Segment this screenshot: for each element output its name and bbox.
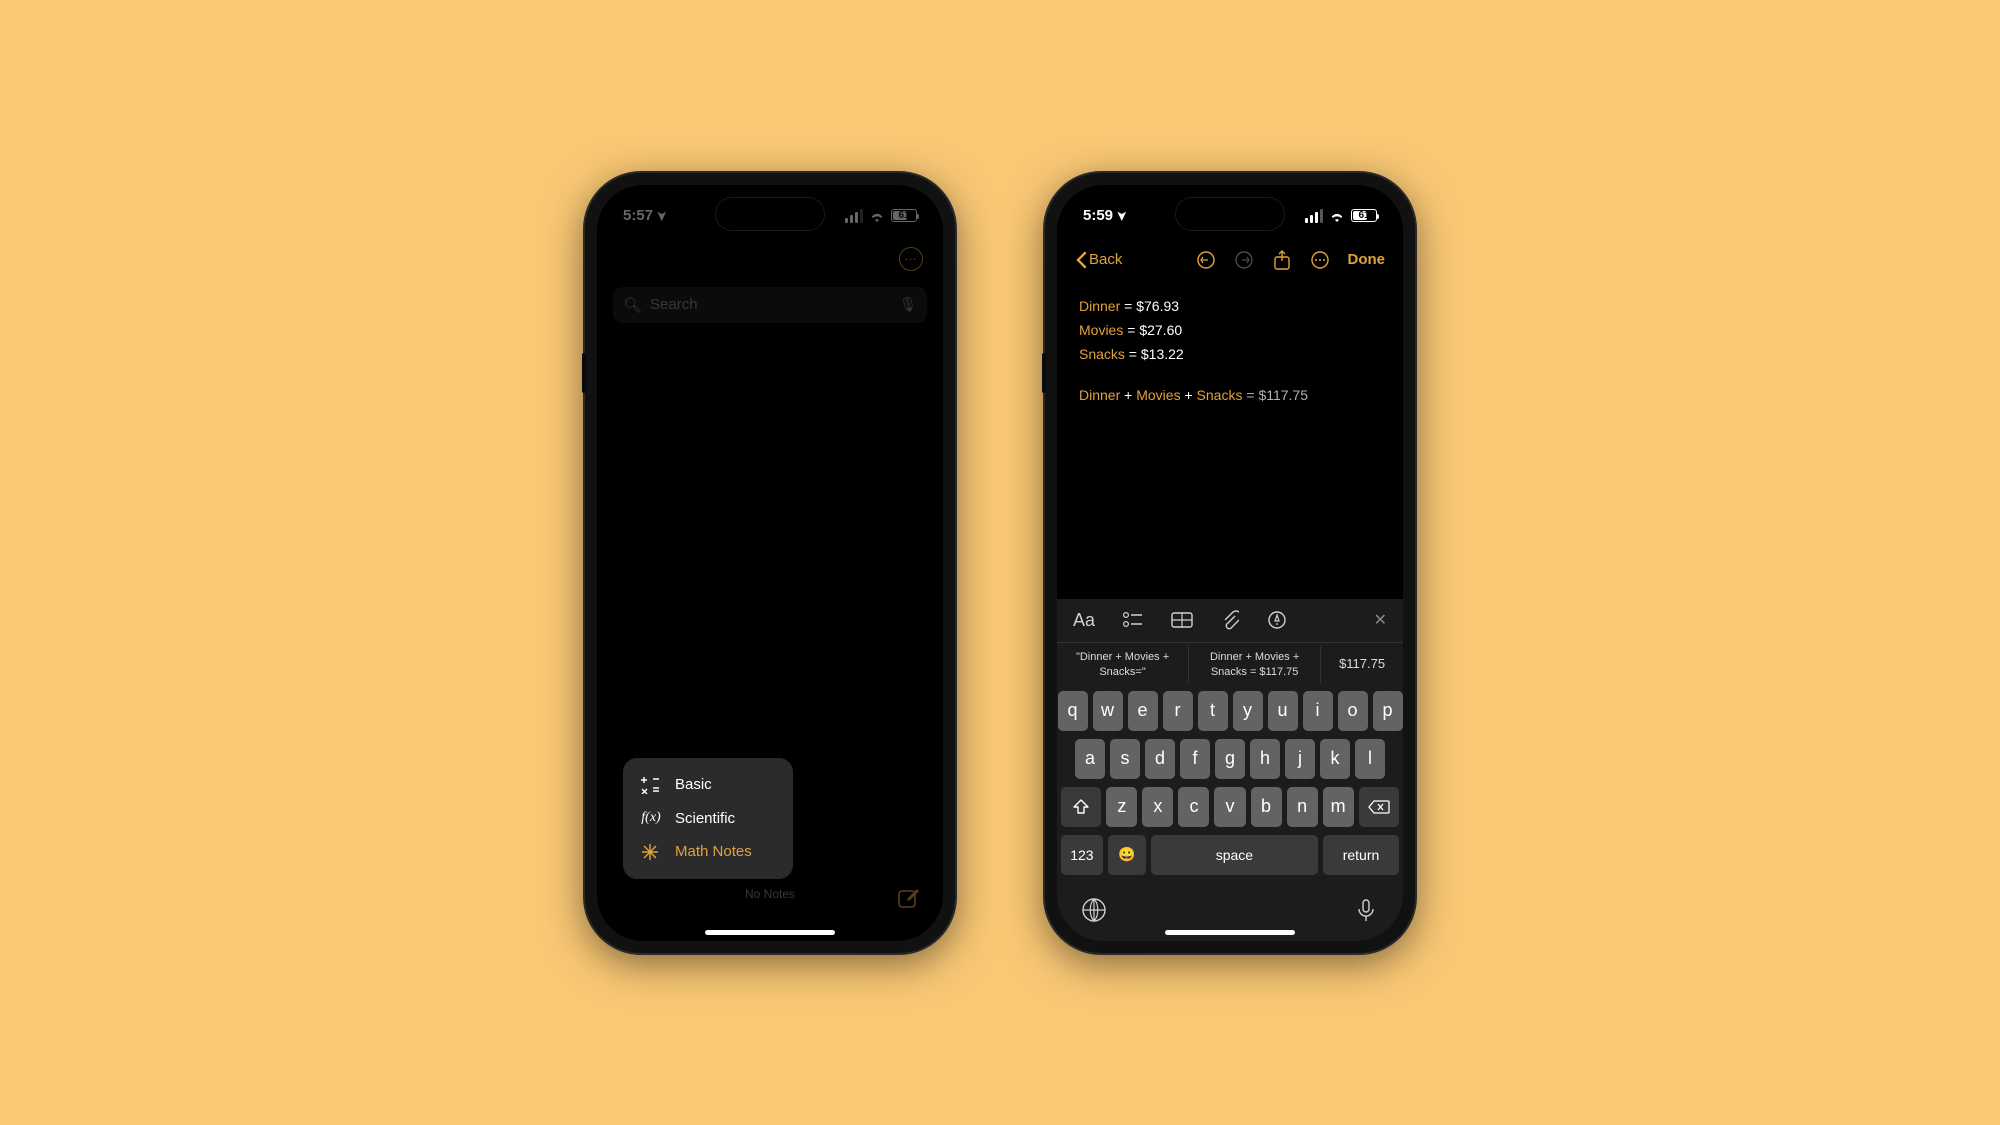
suggestion[interactable]: "Dinner + Movies + Snacks=" bbox=[1057, 646, 1189, 683]
key-w[interactable]: w bbox=[1093, 691, 1123, 731]
key-u[interactable]: u bbox=[1268, 691, 1298, 731]
quicktype-suggestions: "Dinner + Movies + Snacks=" Dinner + Mov… bbox=[1057, 643, 1403, 687]
key-y[interactable]: y bbox=[1233, 691, 1263, 731]
cellular-icon bbox=[845, 209, 863, 223]
popup-item-mathnotes[interactable]: Math Notes bbox=[631, 835, 785, 869]
search-placeholder: Search bbox=[650, 296, 698, 313]
key-f[interactable]: f bbox=[1180, 739, 1210, 779]
key-o[interactable]: o bbox=[1338, 691, 1368, 731]
battery-icon: 61 bbox=[891, 209, 917, 222]
done-button[interactable]: Done bbox=[1348, 251, 1386, 268]
key-b[interactable]: b bbox=[1251, 787, 1282, 827]
share-button[interactable] bbox=[1272, 250, 1292, 270]
key-i[interactable]: i bbox=[1303, 691, 1333, 731]
key-c[interactable]: c bbox=[1178, 787, 1209, 827]
key-p[interactable]: p bbox=[1373, 691, 1403, 731]
return-key[interactable]: return bbox=[1323, 835, 1399, 875]
key-e[interactable]: e bbox=[1128, 691, 1158, 731]
notes-footer: No Notes bbox=[597, 887, 943, 901]
key-row-1: q w e r t y u i o p bbox=[1061, 691, 1399, 731]
battery-icon: 61 bbox=[1351, 209, 1377, 222]
home-indicator[interactable] bbox=[705, 930, 835, 935]
basic-calc-icon bbox=[641, 776, 661, 794]
suggestion[interactable]: Dinner + Movies + Snacks = $117.75 bbox=[1189, 646, 1321, 683]
key-s[interactable]: s bbox=[1110, 739, 1140, 779]
numbers-key[interactable]: 123 bbox=[1061, 835, 1103, 875]
key-row-4: 123 😀 space return bbox=[1061, 835, 1399, 875]
popup-label: Basic bbox=[675, 776, 712, 793]
key-l[interactable]: l bbox=[1355, 739, 1385, 779]
key-row-3: z x c v b n m bbox=[1061, 787, 1399, 827]
popup-item-basic[interactable]: Basic bbox=[631, 768, 785, 802]
popup-label: Math Notes bbox=[675, 843, 752, 860]
more-button[interactable] bbox=[1310, 250, 1330, 270]
dictate-key[interactable] bbox=[1353, 897, 1379, 923]
wifi-icon bbox=[869, 210, 885, 222]
shift-key[interactable] bbox=[1061, 787, 1101, 827]
markup-button[interactable] bbox=[1267, 610, 1287, 630]
space-key[interactable]: space bbox=[1151, 835, 1318, 875]
emoji-key[interactable]: 😀 bbox=[1108, 835, 1146, 875]
note-sum-line: Dinner + Movies + Snacks = $117.75 bbox=[1079, 384, 1381, 406]
key-j[interactable]: j bbox=[1285, 739, 1315, 779]
editor-navbar: Back Done bbox=[1057, 233, 1403, 277]
note-line: Movies = $27.60 bbox=[1079, 319, 1381, 341]
dynamic-island bbox=[1175, 197, 1285, 231]
mathnotes-icon bbox=[641, 843, 661, 861]
phone-right: 5:59 ➤ 61 Back bbox=[1045, 173, 1415, 953]
suggestion[interactable]: $117.75 bbox=[1321, 652, 1403, 677]
key-g[interactable]: g bbox=[1215, 739, 1245, 779]
key-k[interactable]: k bbox=[1320, 739, 1350, 779]
search-icon: 🔍︎ bbox=[623, 296, 642, 314]
wifi-icon bbox=[1329, 210, 1345, 222]
text-style-button[interactable]: Aa bbox=[1073, 610, 1095, 631]
clock-time: 5:59 bbox=[1083, 207, 1113, 224]
popup-item-scientific[interactable]: f(x) Scientific bbox=[631, 802, 785, 835]
key-v[interactable]: v bbox=[1214, 787, 1245, 827]
location-icon: ➤ bbox=[1115, 210, 1129, 220]
key-t[interactable]: t bbox=[1198, 691, 1228, 731]
key-n[interactable]: n bbox=[1287, 787, 1318, 827]
scientific-icon: f(x) bbox=[641, 810, 661, 826]
close-toolbar-button[interactable]: ✕ bbox=[1374, 610, 1387, 630]
table-button[interactable] bbox=[1171, 612, 1193, 628]
attach-button[interactable] bbox=[1221, 610, 1239, 630]
key-q[interactable]: q bbox=[1058, 691, 1088, 731]
backspace-key[interactable] bbox=[1359, 787, 1399, 827]
note-content[interactable]: Dinner = $76.93 Movies = $27.60 Snacks =… bbox=[1057, 277, 1403, 425]
note-line: Snacks = $13.22 bbox=[1079, 343, 1381, 365]
globe-key[interactable] bbox=[1081, 897, 1107, 923]
search-input[interactable]: 🔍︎ Search 🎙︎ bbox=[613, 287, 927, 323]
dynamic-island bbox=[715, 197, 825, 231]
key-m[interactable]: m bbox=[1323, 787, 1354, 827]
redo-button bbox=[1234, 250, 1254, 270]
dictate-icon[interactable]: 🎙︎ bbox=[899, 296, 917, 313]
popup-label: Scientific bbox=[675, 810, 735, 827]
checklist-button[interactable] bbox=[1123, 611, 1143, 629]
clock-time: 5:57 bbox=[623, 207, 653, 224]
key-r[interactable]: r bbox=[1163, 691, 1193, 731]
phone-left: 5:57 ➤ 61 ⋯ 🔍︎ Search 🎙︎ Basic bbox=[585, 173, 955, 953]
key-d[interactable]: d bbox=[1145, 739, 1175, 779]
cellular-icon bbox=[1305, 209, 1323, 223]
more-menu-button[interactable]: ⋯ bbox=[899, 247, 923, 271]
key-row-2: a s d f g h j k l bbox=[1061, 739, 1399, 779]
key-h[interactable]: h bbox=[1250, 739, 1280, 779]
key-z[interactable]: z bbox=[1106, 787, 1137, 827]
note-line: Dinner = $76.93 bbox=[1079, 295, 1381, 317]
compose-button[interactable] bbox=[897, 887, 921, 911]
key-x[interactable]: x bbox=[1142, 787, 1173, 827]
location-icon: ➤ bbox=[655, 210, 669, 220]
keyboard: Aa ✕ "Dinner + Movies + Snacks=" Dinner … bbox=[1057, 599, 1403, 941]
calculator-mode-popup: Basic f(x) Scientific Math Notes bbox=[623, 758, 793, 879]
format-toolbar: Aa ✕ bbox=[1057, 599, 1403, 643]
back-button[interactable]: Back bbox=[1075, 251, 1122, 269]
key-a[interactable]: a bbox=[1075, 739, 1105, 779]
home-indicator[interactable] bbox=[1165, 930, 1295, 935]
undo-button[interactable] bbox=[1196, 250, 1216, 270]
